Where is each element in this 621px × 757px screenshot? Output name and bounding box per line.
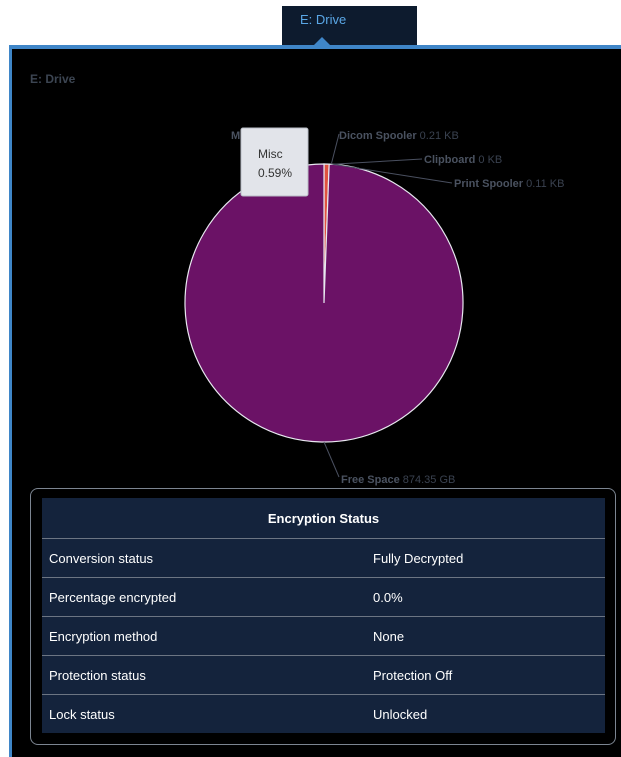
row-value: 0.0% [368, 577, 605, 617]
table-row: Encryption method None [42, 616, 605, 656]
pie-slice-free-space[interactable] [184, 163, 464, 443]
table-row: Protection status Protection Off [42, 655, 605, 695]
table-row: Conversion status Fully Decrypted [42, 538, 605, 578]
row-label: Lock status [42, 694, 368, 733]
encryption-status-table: Encryption Status Conversion status Full… [42, 498, 605, 733]
slice-label-free-space: Free Space 874.35 GB [341, 474, 455, 486]
pie-chart: Dicom Spooler 0.21 KB Clipboard 0 KB Print… [184, 127, 564, 486]
row-value: None [368, 616, 605, 656]
tooltip-box [240, 127, 309, 197]
slice-label-clipboard: Clipboard 0 KB [424, 154, 502, 166]
tab-label: E: Drive [300, 12, 347, 27]
row-label: Protection status [42, 655, 368, 695]
tooltip-value: 0.59% [258, 166, 292, 180]
row-label: Percentage encrypted [42, 577, 368, 617]
row-value: Fully Decrypted [368, 538, 605, 578]
leader-line-clipboard [332, 158, 423, 165]
table-row: Percentage encrypted 0.0% [42, 577, 605, 617]
leader-line-dicom-spooler [330, 133, 340, 165]
table-title: Encryption Status [42, 498, 605, 539]
tab-indicator-caret [314, 37, 330, 45]
table-header-row: Encryption Status [42, 498, 605, 539]
drive-panel: E: Drive Dicom Spooler 0.21 KB Clipboard … [12, 49, 621, 757]
row-value: Unlocked [368, 694, 605, 733]
slice-label-dicom-spooler: Dicom Spooler 0.21 KB [339, 130, 459, 142]
leader-line-free-space [323, 441, 340, 478]
row-value: Protection Off [368, 655, 605, 695]
row-label: Encryption method [42, 616, 368, 656]
encryption-status-box: Encryption Status Conversion status Full… [30, 488, 616, 745]
slice-label-print-spooler: Print Spooler 0.11 KB [454, 178, 564, 190]
slice-label-misc-truncated: M [231, 130, 240, 142]
tab-e-drive[interactable]: E: Drive [282, 6, 417, 48]
tooltip-label: Misc [258, 147, 283, 161]
row-label: Conversion status [42, 538, 368, 578]
table-row: Lock status Unlocked [42, 694, 605, 733]
